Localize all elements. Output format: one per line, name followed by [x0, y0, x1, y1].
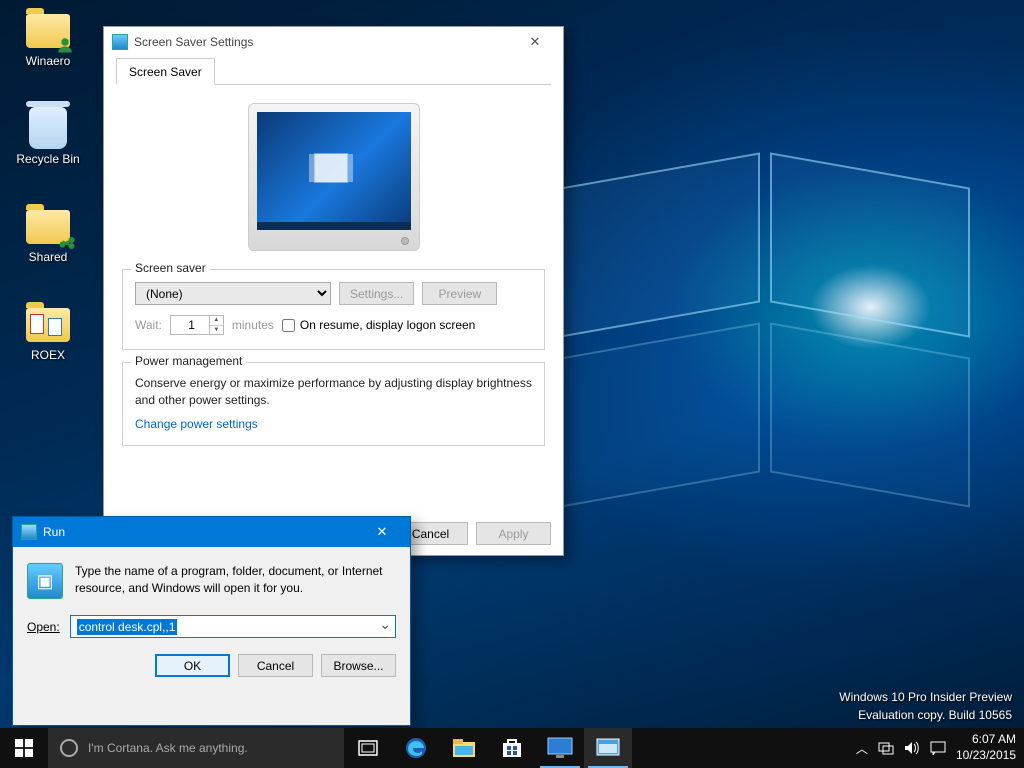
group-label: Screen saver: [131, 261, 210, 275]
run-large-icon: ▣: [27, 563, 63, 599]
run-dialog: Run ✕ ▣ Type the name of a program, fold…: [12, 516, 411, 726]
desktop-icon-recycle-bin[interactable]: Recycle Bin: [8, 104, 88, 166]
tabstrip: Screen Saver: [116, 57, 551, 85]
watermark-line1: Windows 10 Pro Insider Preview: [839, 688, 1012, 706]
run-description: Type the name of a program, folder, docu…: [75, 563, 396, 599]
dialog-buttons: Cancel Apply: [393, 522, 551, 545]
preview-monitor: [248, 103, 420, 251]
display-icon: [547, 737, 573, 759]
time: 6:07 AM: [956, 732, 1016, 748]
apply-button[interactable]: Apply: [476, 522, 551, 545]
window-icon: [112, 34, 128, 50]
ok-button[interactable]: OK: [155, 654, 230, 677]
windows-icon: [15, 739, 33, 757]
wait-input[interactable]: [170, 315, 210, 335]
action-center-icon[interactable]: [930, 741, 946, 755]
resume-checkbox[interactable]: On resume, display logon screen: [282, 318, 475, 332]
recycle-bin-icon: [29, 107, 67, 149]
tray-overflow[interactable]: ︿: [856, 740, 868, 757]
taskbar-app-explorer[interactable]: [440, 728, 488, 768]
cortana-search[interactable]: I'm Cortana. Ask me anything.: [48, 728, 344, 768]
group-power-management: Power management Conserve energy or maxi…: [122, 362, 545, 446]
store-icon: [501, 737, 523, 759]
date: 10/23/2015: [956, 748, 1016, 764]
taskbar-app-edge[interactable]: [392, 728, 440, 768]
open-combobox[interactable]: control desk.cpl,,1: [70, 615, 396, 638]
taskbar-app-run[interactable]: [584, 728, 632, 768]
taskbar: I'm Cortana. Ask me anything. ︿ 6:07 AM …: [0, 728, 1024, 768]
power-description: Conserve energy or maximize performance …: [135, 375, 532, 409]
wallpaper-pane: [770, 322, 970, 507]
start-button[interactable]: [0, 728, 48, 768]
folder-icon: [26, 210, 70, 244]
network-icon[interactable]: [878, 741, 894, 755]
run-icon: [596, 738, 620, 758]
resume-checkbox-input[interactable]: [282, 319, 295, 332]
window-title: Run: [43, 525, 362, 539]
open-label: Open:: [27, 620, 60, 634]
task-view-icon: [358, 740, 378, 756]
wait-label: Wait:: [135, 318, 162, 332]
watermark: Windows 10 Pro Insider Preview Evaluatio…: [839, 688, 1012, 724]
close-button[interactable]: ✕: [362, 520, 402, 544]
wait-spinner[interactable]: ▲▼: [210, 315, 224, 335]
edge-icon: [404, 736, 428, 760]
window-title: Screen Saver Settings: [134, 35, 515, 49]
change-power-settings-link[interactable]: Change power settings: [135, 417, 258, 431]
preview-button[interactable]: Preview: [422, 282, 497, 305]
desktop-icon-shared[interactable]: Shared: [8, 202, 88, 264]
file-explorer-icon: [452, 738, 476, 758]
run-icon: [21, 524, 37, 540]
settings-button[interactable]: Settings...: [339, 282, 414, 305]
system-tray: ︿ 6:07 AM 10/23/2015: [848, 728, 1024, 768]
watermark-line2: Evaluation copy. Build 10565: [839, 706, 1012, 724]
wallpaper-pane: [560, 322, 760, 507]
screensaver-settings-window: Screen Saver Settings ✕ Screen Saver Scr…: [103, 26, 564, 556]
open-value: control desk.cpl,,1: [77, 619, 178, 635]
task-view-button[interactable]: [344, 728, 392, 768]
wallpaper-pane: [560, 152, 760, 337]
minutes-label: minutes: [232, 318, 274, 332]
desktop-icon-winaero[interactable]: Winaero: [8, 6, 88, 68]
group-screen-saver: Screen saver (None) Settings... Preview …: [122, 269, 545, 350]
desktop-icon-label: Shared: [29, 250, 68, 264]
folder-icon: [26, 14, 70, 48]
search-placeholder: I'm Cortana. Ask me anything.: [88, 741, 248, 755]
desktop-icon-label: Winaero: [26, 54, 71, 68]
wallpaper-pane: [770, 152, 970, 337]
screensaver-select[interactable]: (None): [135, 282, 331, 305]
taskbar-app-store[interactable]: [488, 728, 536, 768]
cancel-button[interactable]: Cancel: [238, 654, 313, 677]
taskbar-app-display[interactable]: [536, 728, 584, 768]
clock[interactable]: 6:07 AM 10/23/2015: [956, 732, 1016, 763]
group-label: Power management: [131, 354, 246, 368]
desktop-icon-roex[interactable]: ROEX: [8, 300, 88, 362]
close-button[interactable]: ✕: [515, 30, 555, 54]
volume-icon[interactable]: [904, 741, 920, 755]
folder-icon: [26, 308, 70, 342]
resume-label: On resume, display logon screen: [300, 318, 475, 332]
titlebar[interactable]: Run ✕: [13, 517, 410, 547]
tab-screen-saver[interactable]: Screen Saver: [116, 58, 215, 85]
desktop-icon-label: Recycle Bin: [16, 152, 79, 166]
titlebar[interactable]: Screen Saver Settings ✕: [104, 27, 563, 57]
desktop-icon-label: ROEX: [31, 348, 65, 362]
cortana-icon: [60, 739, 78, 757]
browse-button[interactable]: Browse...: [321, 654, 396, 677]
